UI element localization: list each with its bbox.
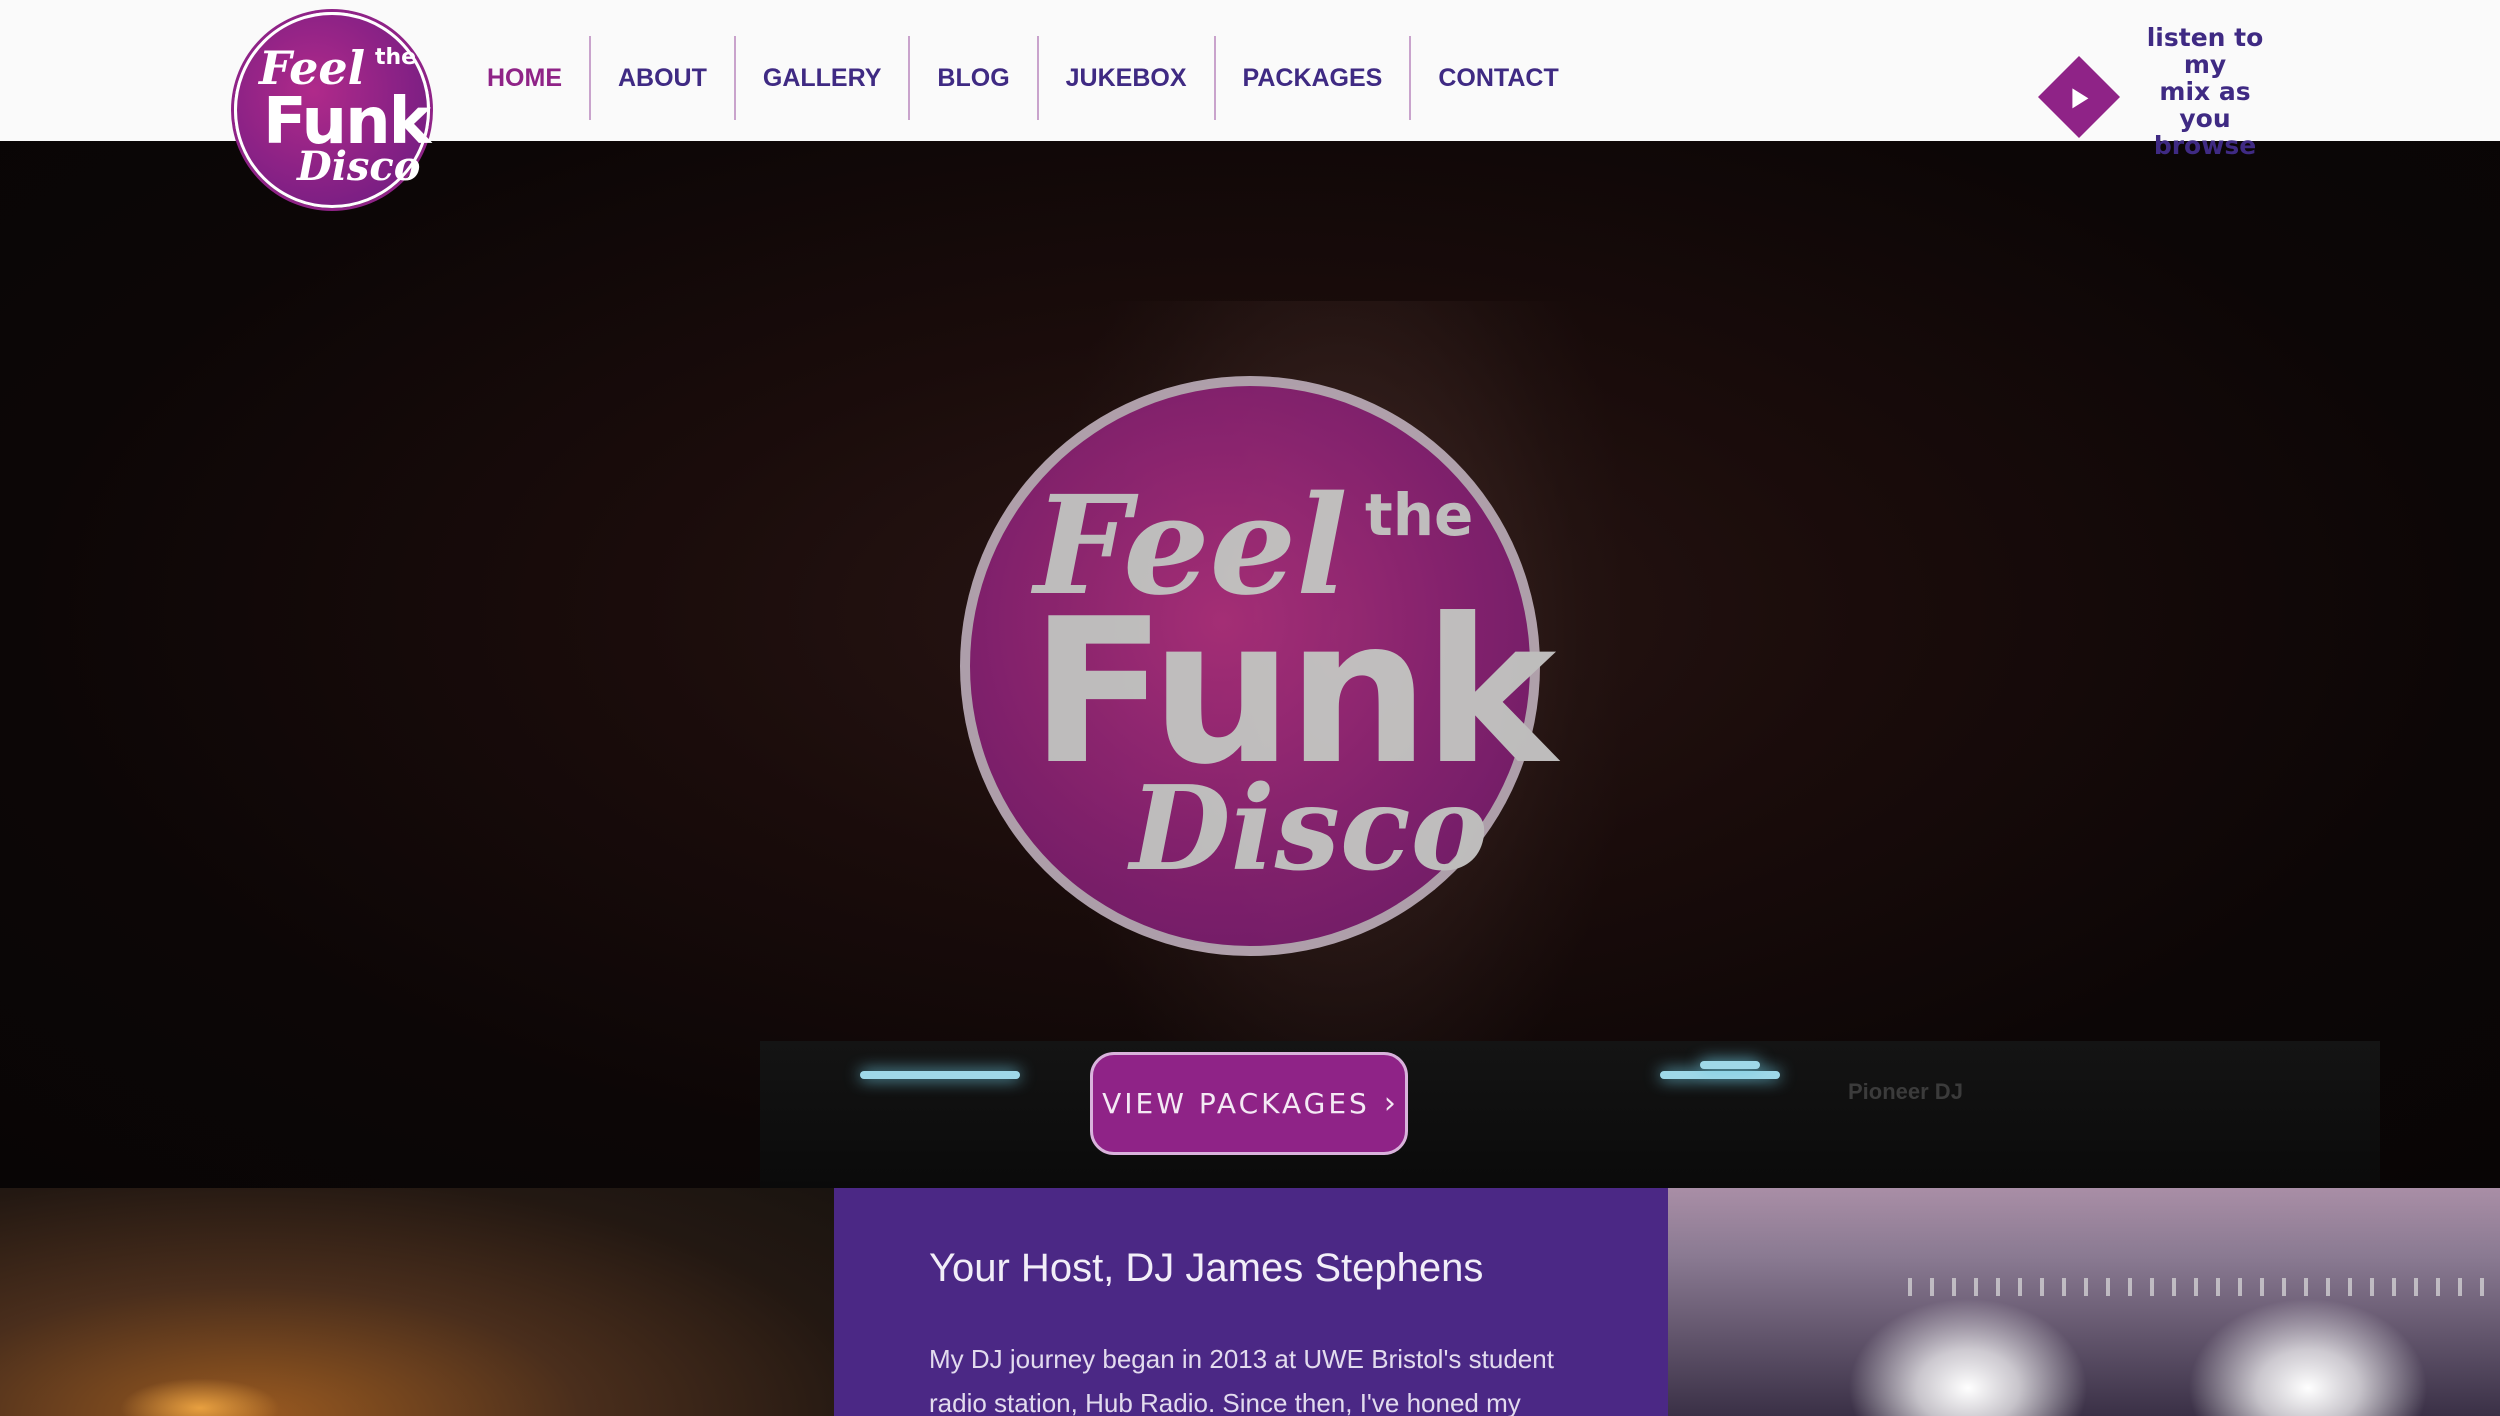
deck-light	[1660, 1071, 1780, 1079]
stage-light	[1848, 1298, 2088, 1416]
dj-deck	[760, 1041, 2380, 1188]
chevron-right-icon: ›	[1383, 1086, 1396, 1121]
logo-text-disco: Disco	[297, 143, 421, 190]
nav-home[interactable]: HOME	[460, 36, 591, 120]
view-packages-button[interactable]: VIEW PACKAGES ›	[1090, 1052, 1408, 1155]
hero-logo-the: the	[1365, 481, 1474, 549]
listen-line-3: browse	[2153, 131, 2257, 160]
logo-text-the: the	[375, 45, 417, 70]
nav-jukebox[interactable]: JUKEBOX	[1039, 36, 1216, 120]
nav-gallery[interactable]: GALLERY	[736, 36, 911, 120]
play-button[interactable]	[2037, 55, 2121, 138]
host-panel: Your Host, DJ James Stephens My DJ journ…	[834, 1188, 1668, 1416]
play-icon	[2072, 87, 2089, 108]
deck-brand-label: Pioneer DJ	[1848, 1079, 1963, 1104]
deck-light	[1700, 1061, 1760, 1069]
stage-truss	[1908, 1278, 2500, 1296]
host-title: Your Host, DJ James Stephens	[929, 1246, 1484, 1290]
main-nav: HOME ABOUT GALLERY BLOG JUKEBOX PACKAGES…	[460, 36, 1586, 120]
hero-logo-disco: Disco	[1130, 761, 1488, 897]
nav-packages[interactable]: PACKAGES	[1216, 36, 1412, 120]
event-photo-right	[1668, 1188, 2500, 1416]
site-logo[interactable]: Feel the Funk Disco	[234, 12, 431, 208]
view-packages-label: VIEW PACKAGES	[1102, 1087, 1370, 1120]
listen-line-1: listen to my	[2146, 23, 2264, 79]
listen-line-2: mix as you	[2159, 77, 2251, 133]
stage-light	[2188, 1298, 2428, 1416]
stage-glow	[120, 1378, 280, 1416]
host-bio: My DJ journey began in 2013 at UWE Brist…	[929, 1344, 1554, 1416]
hero-section: Pioneer DJ Feel the Funk Disco	[0, 141, 2500, 1188]
listen-mix-widget[interactable]: listen to my mix as you browse	[2036, 24, 2280, 159]
hero-logo: Feel the Funk Disco	[960, 376, 1556, 956]
listen-mix-label[interactable]: listen to my mix as you browse	[2130, 24, 2280, 159]
deck-light	[860, 1071, 1020, 1079]
nav-blog[interactable]: BLOG	[910, 36, 1039, 120]
host-section: Your Host, DJ James Stephens My DJ journ…	[0, 1188, 2500, 1416]
nav-contact[interactable]: CONTACT	[1411, 36, 1585, 120]
nav-about[interactable]: ABOUT	[591, 36, 736, 120]
event-photo-left	[0, 1188, 834, 1416]
